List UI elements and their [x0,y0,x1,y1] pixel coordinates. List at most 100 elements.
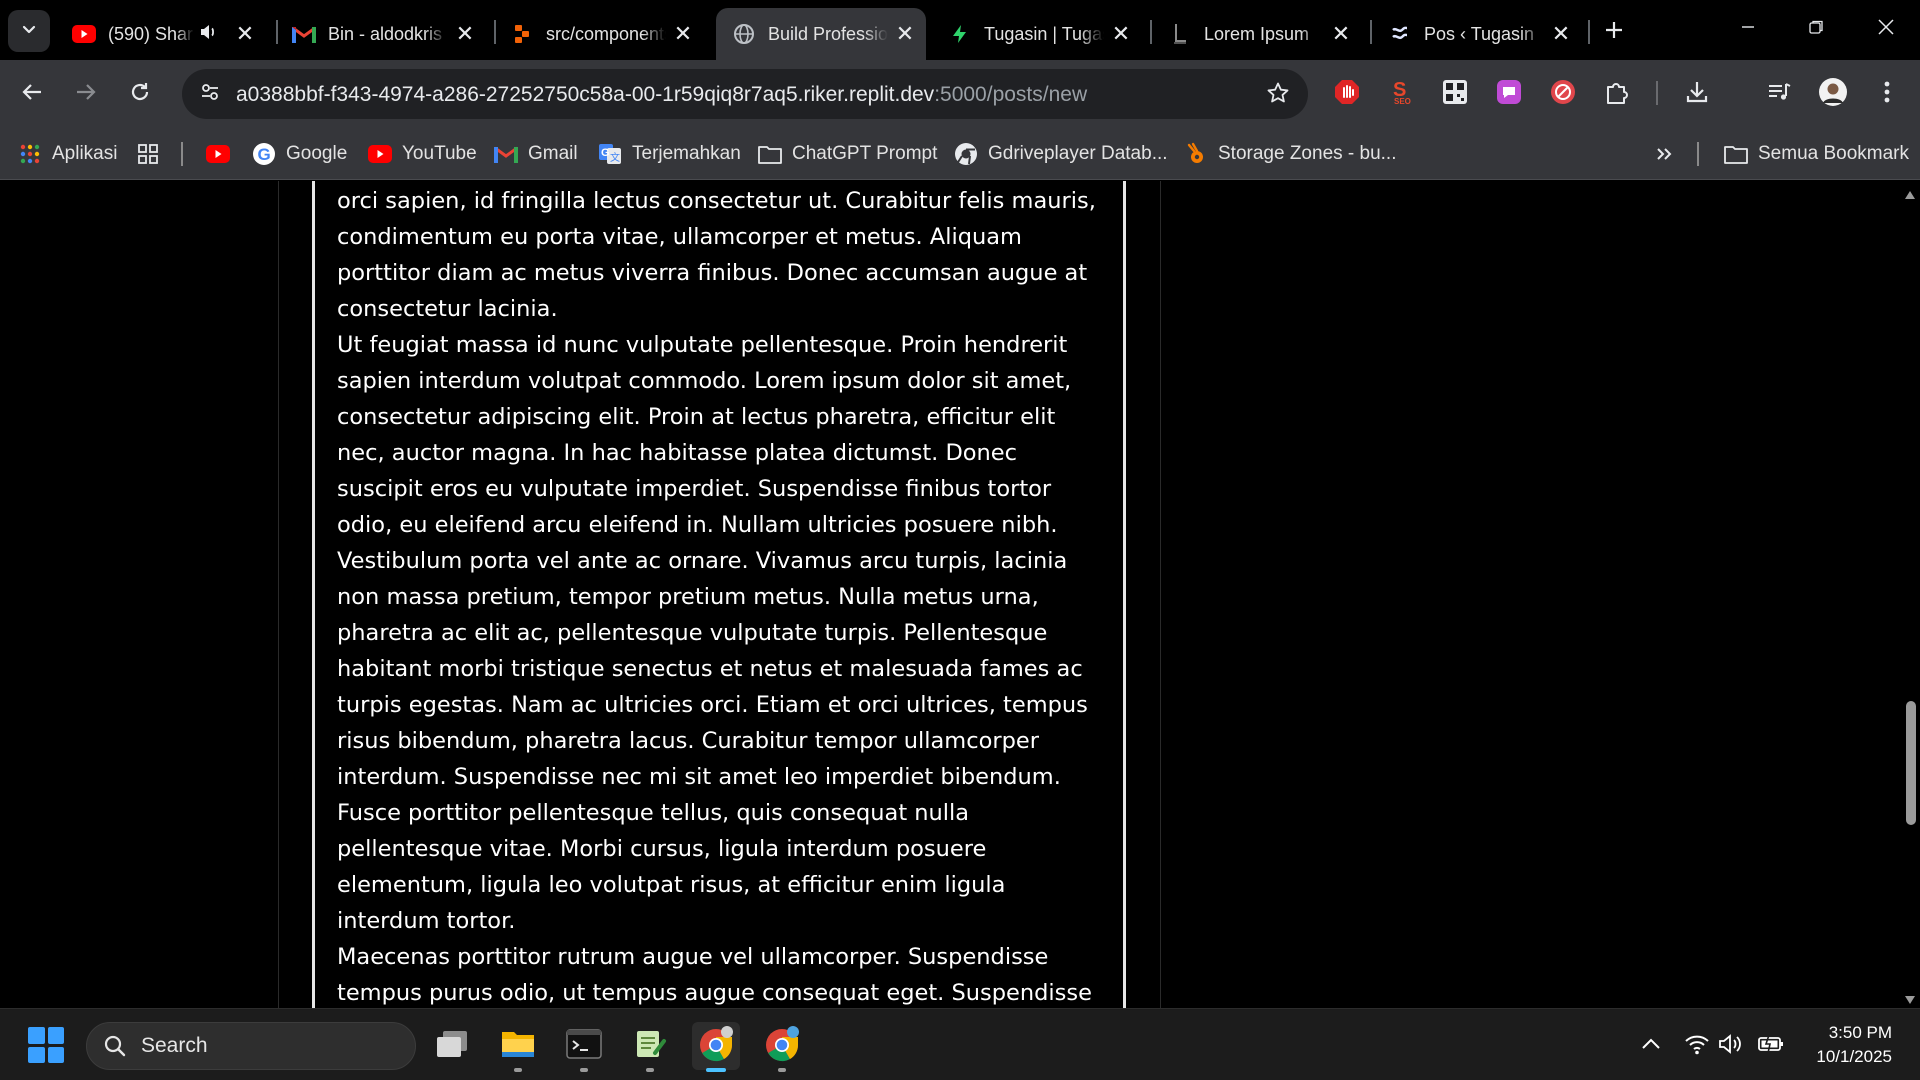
running-indicator [706,1068,726,1072]
bookmark-label: Gdriveplayer Datab... [988,143,1168,164]
apps-grid-icon [18,142,42,166]
lorem-ipsum-icon [1168,22,1192,46]
tab-build-professional[interactable]: Build Professional ✕ [716,8,926,60]
extensions-button[interactable] [1600,77,1634,111]
bunny-icon [1184,142,1208,166]
bookmark-star-button[interactable] [1266,81,1290,110]
taskbar-notepad[interactable] [626,1022,674,1072]
search-icon [103,1034,127,1058]
show-hidden-icons-button[interactable] [1636,1031,1666,1061]
minimize-icon [1740,19,1756,40]
url-text[interactable]: a0388bbf-f343-4974-a286-27252750c58a-00-… [236,83,1087,107]
tab-search-button[interactable] [8,10,50,52]
replit-icon [510,22,534,46]
bookmark-youtube[interactable]: YouTube [368,138,477,170]
bookmark-label: Semua Bookmark [1758,143,1910,164]
tab-lorem-ipsum[interactable]: Lorem Ipsum ✕ [1152,8,1362,60]
back-button[interactable] [12,74,52,114]
arrow-left-icon [21,81,43,108]
close-tab-icon[interactable]: ✕ [234,21,256,46]
url-host: a0388bbf-f343-4974-a286-27252750c58a-00-… [236,83,935,106]
google-icon: G [252,142,276,166]
post-paragraph: orci sapien, id fringilla lectus consect… [337,188,1096,322]
scroll-down-arrow-icon[interactable] [1904,992,1916,1004]
grid-icon [136,142,160,166]
reload-button[interactable] [120,74,160,114]
post-body[interactable]: orci sapien, id fringilla lectus consect… [337,183,1105,1008]
taskbar-search[interactable]: Search [86,1022,416,1070]
address-bar[interactable]: a0388bbf-f343-4974-a286-27252750c58a-00-… [182,69,1308,119]
taskbar-chrome-active[interactable] [692,1022,740,1072]
close-window-button[interactable] [1852,0,1920,58]
downloads-button[interactable] [1680,77,1714,111]
avatar [1818,77,1848,112]
tab-tugasin[interactable]: Tugasin | Tugas ✕ [932,8,1142,60]
bookmark-label: Aplikasi [52,143,118,164]
tab-youtube[interactable]: (590) Sharing ✕ [56,8,266,60]
tab-pos-tugasin[interactable]: Pos ‹ Tugasin ✕ [1372,8,1582,60]
speaker-icon[interactable] [198,22,218,47]
scroll-up-arrow-icon[interactable] [1904,187,1916,199]
bookmark-gdriveplayer[interactable]: Gdriveplayer Datab... [954,138,1168,170]
media-control-button[interactable] [1762,77,1796,111]
playlist-icon [1766,79,1792,110]
close-tab-icon[interactable]: ✕ [454,21,476,46]
system-clock[interactable]: 3:50 PM 10/1/2025 [1816,1021,1892,1069]
task-view-icon [435,1029,469,1064]
profile-button[interactable] [1816,77,1850,111]
wifi-status[interactable] [1682,1031,1712,1061]
bookmark-google[interactable]: G Google [252,138,347,170]
chrome-icon [697,1025,735,1068]
page-scrollbar[interactable] [1900,181,1920,1008]
extension-adblock[interactable] [1330,77,1364,111]
bookmark-separator [1697,142,1699,166]
tab-title: Build Professional [768,23,888,44]
volume-status[interactable] [1716,1031,1746,1061]
download-icon [1684,79,1710,110]
tab-strip: (590) Sharing ✕ Bin - aldodkris ✕ src/co… [0,0,1920,60]
bookmark-storage-zones[interactable]: Storage Zones - bu... [1184,138,1397,170]
browser-menu-button[interactable] [1870,77,1904,111]
post-content-editor[interactable]: orci sapien, id fringilla lectus consect… [312,181,1126,1008]
close-tab-icon[interactable]: ✕ [672,21,694,46]
taskbar-file-explorer[interactable] [494,1022,542,1072]
extension-qr[interactable] [1438,77,1472,111]
taskbar-terminal[interactable] [560,1022,608,1072]
new-tab-button[interactable] [1596,14,1632,50]
svg-text:文: 文 [610,151,620,164]
battery-status[interactable] [1756,1031,1786,1061]
bookmark-label: YouTube [402,143,477,164]
bookmark-label: ChatGPT Prompt [792,143,938,164]
minimize-button[interactable] [1714,0,1782,58]
all-bookmarks-button[interactable]: Semua Bookmark [1724,138,1909,170]
extension-seo[interactable]: S SEO [1384,77,1418,111]
tab-groups-button[interactable] [136,138,170,170]
taskbar-chrome-profile[interactable] [758,1022,806,1072]
close-tab-icon[interactable]: ✕ [1110,21,1132,46]
close-tab-icon[interactable]: ✕ [1330,21,1352,46]
start-button[interactable] [28,1027,64,1063]
task-view-button[interactable] [428,1022,476,1070]
bookmarks-overflow-button[interactable] [1652,138,1686,170]
tab-replit-src[interactable]: src/components ✕ [494,8,704,60]
bookmark-translate[interactable]: G文 Terjemahkan [598,138,741,170]
running-indicator [514,1068,522,1072]
scrollbar-thumb[interactable] [1906,701,1916,825]
close-tab-icon[interactable]: ✕ [894,21,916,46]
bookmark-apps[interactable]: Aplikasi [18,138,117,170]
extension-purple[interactable] [1492,77,1526,111]
youtube-icon [206,142,230,166]
windows-logo-icon [28,1027,45,1044]
seo-icon: S SEO [1387,78,1415,111]
close-tab-icon[interactable]: ✕ [1550,21,1572,46]
plus-icon [1603,15,1625,49]
extension-no-sign[interactable] [1546,77,1580,111]
site-info-button[interactable] [192,76,228,112]
restore-button[interactable] [1782,0,1850,58]
running-indicator [778,1068,786,1072]
forward-button[interactable] [66,74,106,114]
bookmark-folder-chatgpt[interactable]: ChatGPT Prompt [758,138,937,170]
bookmark-youtube-icon-only[interactable] [206,138,240,170]
bookmark-gmail[interactable]: Gmail [494,138,578,170]
tab-gmail[interactable]: Bin - aldodkris ✕ [276,8,486,60]
